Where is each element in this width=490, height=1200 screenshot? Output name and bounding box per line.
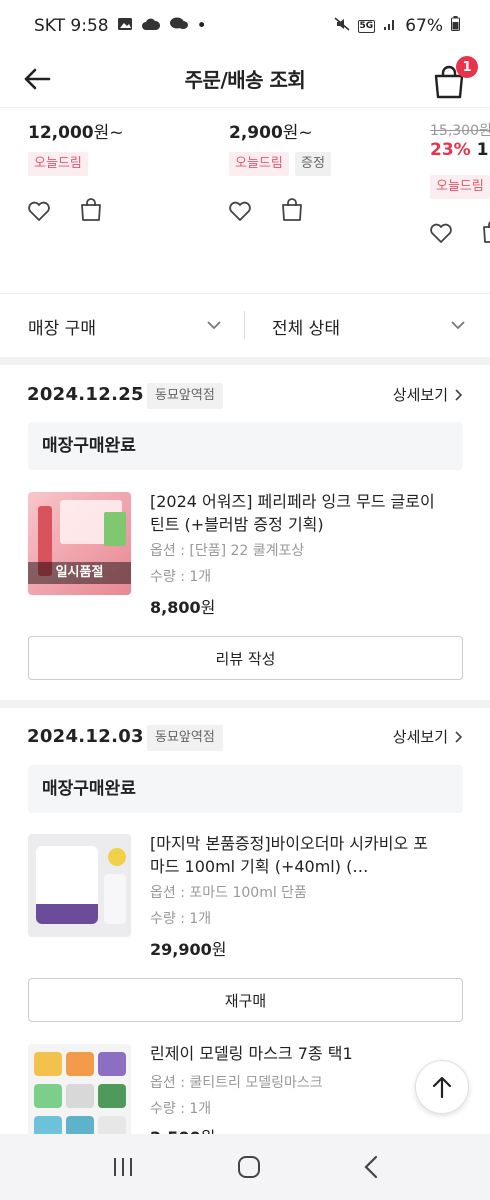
item-price: 8,800원: [150, 598, 216, 617]
item-name[interactable]: [마지막 본품증정]바이오더마 시카비오 포마드 100ml 기획 (+40ml…: [150, 832, 440, 878]
recommended-products-carousel[interactable]: 12,000원~ 오늘드림 2,900원~ 오늘드림 증정 15,300원 23…: [0, 108, 490, 294]
today-delivery-tag: 오늘드림: [28, 152, 88, 176]
filter-divider: [244, 311, 245, 339]
chat-bubble-icon: [169, 16, 189, 37]
battery-percent: 67%: [405, 16, 443, 36]
shopping-bag-icon[interactable]: [78, 196, 104, 222]
filter-bar: 매장 구매 전체 상태: [0, 295, 490, 357]
system-nav-bar: [0, 1134, 490, 1200]
product-thumbnail[interactable]: [28, 1044, 131, 1147]
order-date: 2024.12.03: [27, 726, 144, 747]
status-filter-label: 전체 상태: [272, 318, 340, 339]
item-quantity: 수량 : 1개: [150, 569, 212, 585]
order-status: 매장구매완료: [28, 765, 463, 813]
order-header: 2024.12.25 동묘앞역점 상세보기: [0, 378, 490, 418]
mask-pack-shape: [66, 1052, 94, 1076]
gift-badge-shape: [108, 848, 126, 866]
purchase-type-label: 매장 구매: [28, 318, 96, 339]
home-icon[interactable]: [237, 1155, 261, 1179]
item-quantity: 수량 : 1개: [150, 1101, 212, 1117]
product-thumbnail[interactable]: 일시품절: [28, 492, 131, 595]
battery-icon: [451, 16, 460, 36]
product-price: 12,000원~: [28, 123, 124, 143]
heart-icon[interactable]: [428, 220, 454, 246]
item-name[interactable]: 린제이 모델링 마스크 7종 택1: [150, 1042, 440, 1065]
sold-out-overlay: 일시품절: [28, 562, 131, 584]
write-review-button[interactable]: 리뷰 작성: [28, 636, 463, 680]
chevron-right-icon: [455, 730, 462, 743]
store-chip: 동묘앞역점: [147, 383, 223, 409]
section-divider: [0, 357, 490, 365]
mini-tube-shape: [104, 874, 126, 924]
promo-sticker-shape: [104, 512, 126, 546]
cloud-icon: [141, 16, 161, 36]
gift-tag: 증정: [295, 152, 331, 176]
chevron-down-icon: [451, 321, 465, 330]
store-chip: 동묘앞역점: [147, 725, 223, 751]
shopping-bag-icon[interactable]: [279, 196, 305, 222]
mask-pack-shape: [66, 1084, 94, 1108]
status-dropdown[interactable]: 전체 상태: [272, 295, 466, 357]
mask-pack-shape: [98, 1052, 126, 1076]
status-dot: •: [196, 16, 207, 36]
product-price: 2,900원~: [229, 123, 313, 143]
mask-pack-shape: [34, 1084, 62, 1108]
gallery-icon: [117, 16, 133, 37]
cart-button[interactable]: 1: [430, 56, 478, 100]
heart-icon[interactable]: [227, 198, 253, 224]
cart-count-badge: 1: [456, 56, 478, 78]
arrow-up-icon: [432, 1076, 452, 1099]
chevron-down-icon: [207, 321, 221, 330]
rebuy-button[interactable]: 재구매: [28, 978, 463, 1022]
order-date: 2024.12.25: [27, 384, 144, 405]
today-delivery-tag: 오늘드림: [430, 175, 490, 199]
purchase-type-dropdown[interactable]: 매장 구매: [28, 295, 222, 357]
recent-apps-icon[interactable]: [111, 1156, 135, 1178]
status-bar: SKT 9:58 • 5G 67%: [0, 0, 490, 52]
discounted-price: 23% 11: [430, 140, 490, 160]
shopping-bag-icon[interactable]: [480, 218, 490, 244]
status-time: SKT 9:58: [34, 16, 109, 36]
section-divider: [0, 700, 490, 708]
signal-icon: [383, 16, 397, 36]
back-nav-icon[interactable]: [363, 1155, 379, 1179]
original-price: 15,300원: [430, 123, 490, 139]
chevron-right-icon: [455, 388, 462, 401]
network-5g-icon: 5G: [357, 19, 376, 33]
app-header: 주문/배송 조회 1: [0, 52, 490, 108]
detail-label: 상세보기: [392, 386, 448, 404]
mute-icon: [334, 16, 350, 37]
heart-icon[interactable]: [26, 198, 52, 224]
item-option: 옵션 : 쿨티트리 모델링마스크: [150, 1075, 323, 1091]
today-delivery-tag: 오늘드림: [229, 152, 289, 176]
item-name[interactable]: [2024 어워즈] 페리페라 잉크 무드 글로이 틴트 (+블러밤 증정 기획…: [150, 490, 440, 536]
detail-label: 상세보기: [392, 728, 448, 746]
order-status: 매장구매완료: [28, 422, 463, 470]
order-detail-link[interactable]: 상세보기: [393, 384, 462, 405]
item-quantity: 수량 : 1개: [150, 911, 212, 927]
tube-cap-shape: [36, 904, 98, 924]
item-option: 옵션 : 포마드 100ml 단품: [150, 885, 307, 901]
mask-pack-shape: [98, 1084, 126, 1108]
order-header: 2024.12.03 동묘앞역점 상세보기: [0, 720, 490, 760]
page-title: 주문/배송 조회: [184, 68, 306, 92]
scroll-top-button[interactable]: [415, 1060, 469, 1114]
item-price: 29,900원: [150, 940, 227, 959]
item-option: 옵션 : [단품] 22 쿨계포상: [150, 543, 305, 559]
mask-pack-shape: [34, 1052, 62, 1076]
product-thumbnail[interactable]: [28, 834, 131, 937]
order-detail-link[interactable]: 상세보기: [393, 726, 462, 747]
